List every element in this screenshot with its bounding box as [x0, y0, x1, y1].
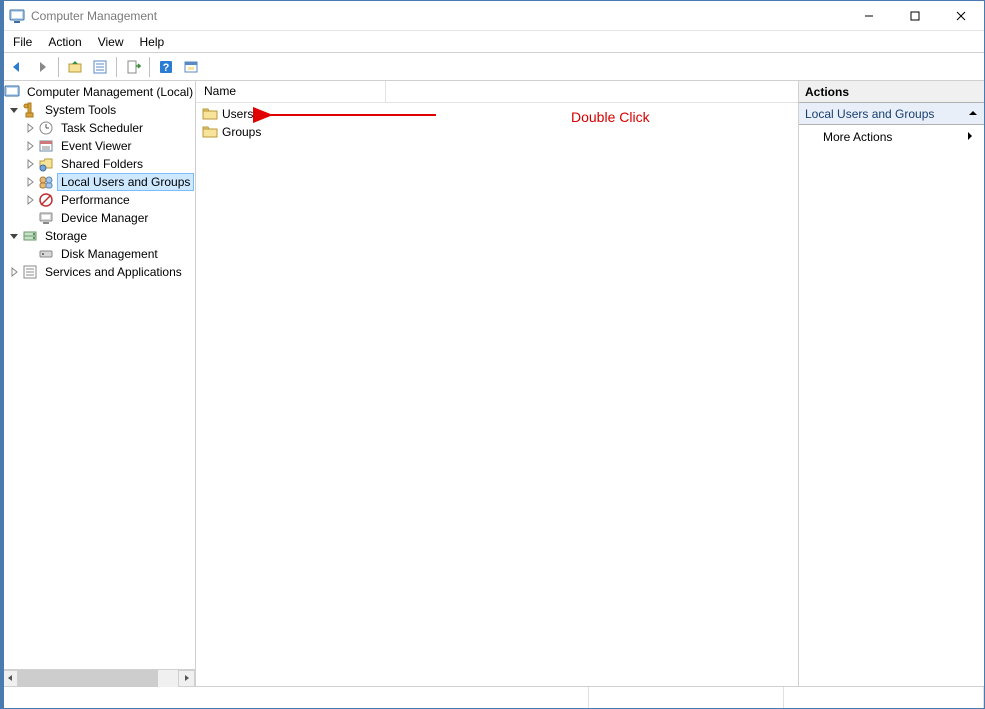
blank-expander — [23, 247, 37, 261]
tree-label-disk-management: Disk Management — [58, 246, 161, 262]
list-item-label: Groups — [222, 125, 261, 139]
tree-node-disk-management[interactable]: Disk Management — [3, 245, 195, 263]
actions-panel: Actions Local Users and Groups More Acti… — [799, 81, 984, 686]
services-apps-icon — [22, 264, 38, 280]
tree-label-root: Computer Management (Local) — [24, 84, 195, 100]
tree-label-device-manager: Device Manager — [58, 210, 151, 226]
actions-header: Actions — [799, 81, 984, 103]
window-title: Computer Management — [31, 9, 157, 23]
performance-icon — [38, 192, 54, 208]
toolbar-export-button[interactable] — [121, 55, 145, 79]
expander-closed-icon[interactable] — [23, 175, 37, 189]
tree-node-local-users-groups[interactable]: Local Users and Groups — [3, 173, 195, 191]
expander-closed-icon[interactable] — [7, 265, 21, 279]
menu-action[interactable]: Action — [40, 31, 89, 52]
expander-open-icon[interactable] — [7, 103, 21, 117]
list-item-groups[interactable]: Groups — [200, 123, 794, 141]
list-item-label: Users — [222, 107, 253, 121]
menu-bar: File Action View Help — [1, 31, 984, 53]
toolbar-refresh-button[interactable] — [179, 55, 203, 79]
list-item-users[interactable]: Users — [200, 105, 794, 123]
expander-closed-icon[interactable] — [23, 121, 37, 135]
system-tools-icon — [22, 102, 38, 118]
tree-label-services-apps: Services and Applications — [42, 264, 185, 280]
event-viewer-icon — [38, 138, 54, 154]
menu-view[interactable]: View — [90, 31, 132, 52]
disk-management-icon — [38, 246, 54, 262]
expander-closed-icon[interactable] — [23, 193, 37, 207]
app-icon — [9, 8, 25, 24]
tree-label-performance: Performance — [58, 192, 133, 208]
tree-panel: Computer Management (Local) — [1, 81, 196, 686]
toolbar-help-button[interactable]: ? — [154, 55, 178, 79]
status-cell — [1, 687, 589, 708]
tree-node-shared-folders[interactable]: Shared Folders — [3, 155, 195, 173]
tree-node-event-viewer[interactable]: Event Viewer — [3, 137, 195, 155]
tree-label-storage: Storage — [42, 228, 90, 244]
close-button[interactable] — [938, 1, 984, 31]
users-groups-icon — [38, 174, 54, 190]
minimize-button[interactable] — [846, 1, 892, 31]
shared-folders-icon — [38, 156, 54, 172]
status-bar — [1, 686, 984, 708]
folder-icon — [202, 124, 218, 140]
expander-closed-icon[interactable] — [23, 157, 37, 171]
svg-text:?: ? — [163, 62, 170, 74]
maximize-button[interactable] — [892, 1, 938, 31]
list-header: Name — [196, 81, 798, 103]
title-bar: Computer Management — [1, 1, 984, 31]
left-border-strip — [1, 1, 4, 708]
scroll-right-arrow[interactable] — [178, 670, 195, 687]
tree-label-local-users-groups: Local Users and Groups — [58, 174, 193, 190]
menu-help[interactable]: Help — [132, 31, 173, 52]
scroll-track[interactable] — [18, 670, 178, 687]
status-cell — [784, 687, 984, 708]
tree-node-root[interactable]: Computer Management (Local) — [3, 83, 195, 101]
scroll-thumb[interactable] — [18, 670, 158, 687]
collapse-icon[interactable] — [968, 107, 978, 121]
tree-node-services-apps[interactable]: Services and Applications — [3, 263, 195, 281]
tree-node-device-manager[interactable]: Device Manager — [3, 209, 195, 227]
tree-label-shared-folders: Shared Folders — [58, 156, 146, 172]
toolbar-back-button[interactable] — [5, 55, 29, 79]
list-panel: Name Users Groups — [196, 81, 799, 686]
tree-node-system-tools[interactable]: System Tools — [3, 101, 195, 119]
status-cell — [589, 687, 784, 708]
toolbar-separator — [58, 57, 59, 77]
device-manager-icon — [38, 210, 54, 226]
list-body[interactable]: Users Groups — [196, 103, 798, 686]
toolbar-properties-button[interactable] — [88, 55, 112, 79]
tree-view[interactable]: Computer Management (Local) — [1, 81, 195, 669]
toolbar-forward-button[interactable] — [30, 55, 54, 79]
chevron-right-icon — [966, 130, 974, 144]
actions-section-label: Local Users and Groups — [805, 107, 934, 121]
actions-section-header[interactable]: Local Users and Groups — [799, 103, 984, 125]
main-body: Computer Management (Local) — [1, 81, 984, 686]
tree-label-system-tools: System Tools — [42, 102, 119, 118]
expander-closed-icon[interactable] — [23, 139, 37, 153]
tree-label-event-viewer: Event Viewer — [58, 138, 134, 154]
folder-icon — [202, 106, 218, 122]
tree-label-task-scheduler: Task Scheduler — [58, 120, 146, 136]
column-header-name[interactable]: Name — [196, 81, 386, 102]
storage-icon — [22, 228, 38, 244]
tree-node-performance[interactable]: Performance — [3, 191, 195, 209]
tree-node-task-scheduler[interactable]: Task Scheduler — [3, 119, 195, 137]
menu-file[interactable]: File — [5, 31, 40, 52]
actions-more-label: More Actions — [823, 130, 892, 144]
computer-management-icon — [4, 84, 20, 100]
actions-more-actions[interactable]: More Actions — [799, 125, 984, 149]
tree-horizontal-scrollbar[interactable] — [1, 669, 195, 686]
toolbar-separator — [149, 57, 150, 77]
expander-open-icon[interactable] — [7, 229, 21, 243]
window: Computer Management File Action View Hel… — [0, 0, 985, 709]
toolbar-up-button[interactable] — [63, 55, 87, 79]
clock-icon — [38, 120, 54, 136]
toolbar-separator — [116, 57, 117, 77]
toolbar: ? — [1, 53, 984, 81]
blank-expander — [23, 211, 37, 225]
tree-node-storage[interactable]: Storage — [3, 227, 195, 245]
